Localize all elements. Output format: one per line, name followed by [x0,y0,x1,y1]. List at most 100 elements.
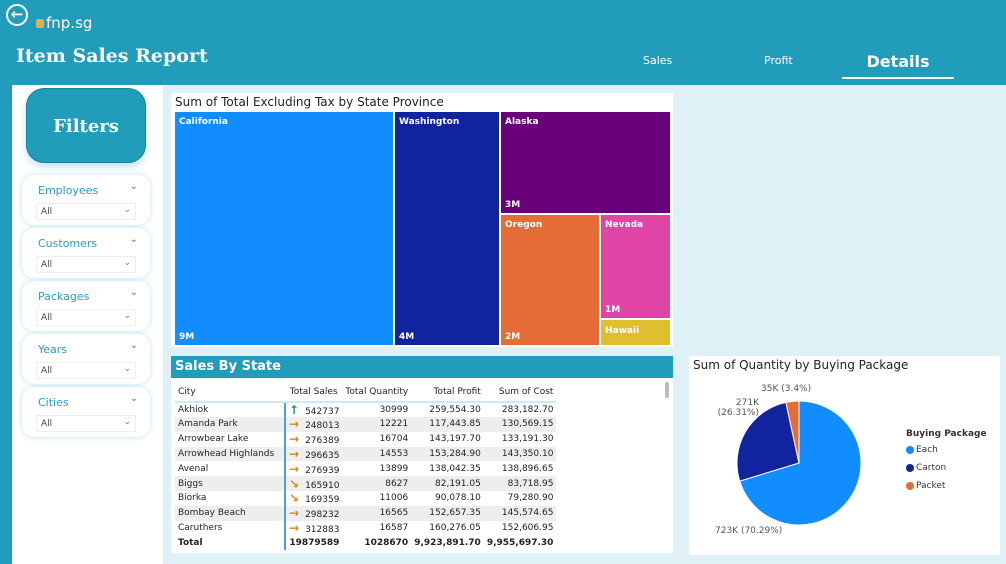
back-arrow-icon[interactable]: ← [6,4,28,26]
column-header[interactable]: Total Quantity [342,382,412,403]
cell-profit: 153,284.90 [411,446,484,462]
slice-label-packet: 35K (3.4%) [761,384,812,394]
slicer-dropdown[interactable]: All ⌄ [36,362,136,379]
table-row[interactable]: Biorka ↘ 169359 11006 90,078.10 79,280.90 [175,490,556,506]
total-profit: 9,923,891.70 [414,537,481,548]
logo: fnp.sg [36,14,92,32]
table-row[interactable]: Bombay Beach → 298232 16565 152,657.35 14… [175,505,557,521]
cell-city: Avenal [175,461,286,477]
slicer-customers: Customers ⌄ All ⌄ [22,228,150,278]
cell-quantity: 12221 [342,417,412,432]
scrollbar[interactable] [665,382,669,398]
legend-item-packet[interactable]: Packet [906,481,987,491]
column-header[interactable]: Total Profit [411,382,484,403]
pie-panel: Sum of Quantity by Buying Package 35K (3… [689,356,1000,555]
cell-cost: 143,350.10 [483,446,557,462]
trend-right-arrow-icon: → [289,506,300,521]
slicer-dropdown[interactable]: All ⌄ [36,415,136,432]
slice-label-carton: 271K (26.31%) [717,398,759,418]
column-header[interactable]: Total Sales [285,382,343,403]
treemap-tile-washington[interactable]: Washington 4M [395,112,499,345]
chevron-down-icon: ⌄ [123,364,131,374]
treemap-tile-hawaii[interactable]: Hawaii [601,320,670,345]
cell-cost: 83,718.95 [483,476,557,491]
cell-sales: ↘ 169359 [289,491,340,506]
legend-item-each[interactable]: Each [906,445,987,455]
treemap-tile-alaska[interactable]: Alaska 3M [501,112,670,213]
slicer-label: Years [38,343,68,356]
cell-cost: 145,574.65 [483,505,557,521]
chevron-down-icon[interactable]: ⌄ [130,287,138,298]
tile-label: Nevada [605,220,644,230]
tab-details[interactable]: Details [842,52,954,79]
pie-legend: Buying Package Each Carton Packet [906,429,987,499]
tile-label: Alaska [505,117,539,127]
cell-sales: ↘ 165910 [285,476,343,491]
filters-button[interactable]: Filters [26,88,146,163]
cell-profit: 160,276.05 [429,522,481,533]
slicer-dropdown[interactable]: All ⌄ [36,309,136,326]
chevron-down-icon: ⌄ [123,311,131,321]
table-row[interactable]: Amanda Park → 248013 12221 117,443.85 130… [175,417,557,432]
trend-right-arrow-icon: → [289,446,300,461]
tab-sales[interactable]: Sales [643,54,672,67]
cell-sales: → 276939 [289,461,340,476]
treemap-tile-oregon[interactable]: Oregon 2M [501,215,599,345]
cell-sales: → 276389 [289,432,340,447]
slicer-years: Years ⌄ All ⌄ [22,334,150,384]
cell-sales: → 312883 [289,520,340,535]
table-row[interactable]: Avenal → 276939 13899 138,042.35 138,896.… [175,461,556,477]
cell-quantity: 16565 [342,505,412,521]
cell-quantity: 14553 [342,446,412,462]
cell-quantity: 13899 [379,463,409,474]
slicer-packages: Packages ⌄ All ⌄ [22,281,150,331]
table-row[interactable]: Caruthers → 312883 16587 160,276.05 152,6… [175,520,556,536]
slicer-label: Cities [38,396,69,409]
table-row[interactable]: Arrowbear Lake → 276389 16704 143,197.70 … [175,431,556,447]
chevron-down-icon[interactable]: ⌄ [130,340,138,351]
page-title: Item Sales Report [16,45,208,67]
column-header[interactable]: Sum of Cost [483,382,557,403]
cell-profit: 138,042.35 [429,463,481,474]
cell-city: Arrowhead Highlands [175,446,286,462]
cell-cost: 79,280.90 [507,493,554,504]
cell-quantity: 16704 [379,434,409,445]
cell-cost: 130,569.15 [483,417,557,432]
tile-label: Oregon [505,220,543,230]
cell-profit: 259,554.30 [429,405,481,415]
slicer-dropdown[interactable]: All ⌄ [36,256,136,273]
slicer-dropdown[interactable]: All ⌄ [36,203,136,220]
tile-value: 1M [605,305,621,315]
trend-right-arrow-icon: → [289,520,300,535]
table-row[interactable]: Akhiok ↑ 542737 30999 259,554.30 283,182.… [175,402,556,417]
total-quantity: 1028670 [364,537,409,548]
cell-cost: 283,182.70 [501,405,554,415]
cell-profit: 143,197.70 [429,434,481,445]
chevron-down-icon[interactable]: ⌄ [130,234,138,245]
cell-sales: → 298232 [285,505,343,521]
chevron-down-icon[interactable]: ⌄ [130,393,138,404]
legend-dot-icon [906,481,914,490]
trend-up-arrow-icon: ↑ [289,403,300,417]
cell-city: Biggs [175,476,286,491]
table-row[interactable]: Biggs ↘ 165910 8627 82,191.05 83,718.95 [175,476,557,491]
cell-city: Arrowbear Lake [175,431,286,447]
chevron-down-icon: ⌄ [123,417,131,427]
table-row[interactable]: Arrowhead Highlands → 296635 14553 153,28… [175,446,557,462]
column-header[interactable]: City [175,382,285,403]
chevron-down-icon[interactable]: ⌄ [130,181,138,192]
treemap-panel: Sum of Total Excluding Tax by State Prov… [171,93,673,347]
cell-quantity: 11006 [379,493,409,504]
legend-item-carton[interactable]: Carton [906,463,987,473]
treemap-tile-california[interactable]: California 9M [175,112,393,345]
cell-quantity: 16587 [379,522,409,533]
treemap-tile-nevada[interactable]: Nevada 1M [601,215,670,318]
table-title: Sales By State [171,356,673,378]
cell-cost: 133,191.30 [501,434,554,445]
cell-profit: 90,078.10 [435,493,481,504]
cell-quantity: 30999 [379,405,409,415]
tab-profit[interactable]: Profit [764,54,793,67]
tile-value: 3M [505,200,521,210]
cell-profit: 117,443.85 [411,417,484,432]
slicer-label: Employees [38,184,99,197]
